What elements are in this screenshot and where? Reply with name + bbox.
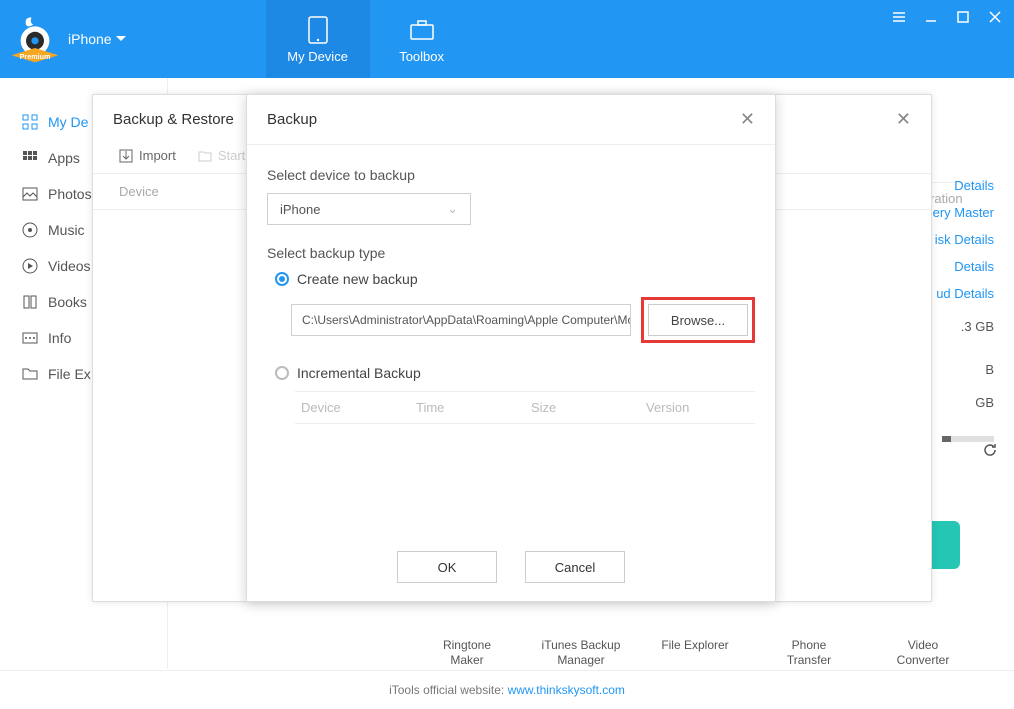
footer: iTools official website: www.thinkskysof…: [0, 670, 1014, 709]
tab-my-device[interactable]: My Device: [266, 0, 370, 78]
col-version: Version: [640, 400, 755, 415]
device-selector-label: iPhone: [68, 31, 112, 47]
label-select-device: Select device to backup: [267, 167, 755, 183]
cancel-button[interactable]: Cancel: [525, 551, 625, 583]
tablet-icon: [303, 15, 333, 45]
brand-area: Premium iPhone: [0, 0, 138, 78]
dropdown-triangle-icon: [116, 36, 126, 46]
tab-label: My Device: [287, 49, 348, 64]
details-link[interactable]: Details: [929, 178, 994, 193]
icloud-details-link[interactable]: ud Details: [929, 286, 994, 301]
tab-label: Toolbox: [399, 49, 444, 64]
sidebar-item-label: My De: [48, 114, 88, 130]
refresh-icon[interactable]: [982, 442, 998, 463]
ok-button[interactable]: OK: [397, 551, 497, 583]
footer-text: iTools official website:: [389, 683, 508, 697]
import-label: Import: [139, 148, 176, 163]
browse-highlight: Browse...: [641, 297, 755, 343]
window-controls: [890, 0, 1014, 78]
apps-icon: [22, 150, 38, 166]
modal1-title: Backup & Restore: [113, 111, 234, 128]
browse-button[interactable]: Browse...: [648, 304, 748, 336]
folder-icon: [22, 366, 38, 382]
col-device: Device: [295, 400, 410, 415]
storage-value: GB: [929, 395, 994, 410]
device-dropdown-value: iPhone: [280, 202, 320, 217]
modal2-header: Backup ✕: [247, 95, 775, 145]
import-icon: [119, 149, 133, 163]
app-header: Premium iPhone My Device Toolbox: [0, 0, 1014, 78]
radio-incremental[interactable]: Incremental Backup: [275, 365, 755, 381]
modal2-body: Select device to backup iPhone ⌄ Select …: [247, 145, 775, 440]
minimize-icon[interactable]: [922, 8, 940, 26]
tab-toolbox[interactable]: Toolbox: [370, 0, 474, 78]
device-selector[interactable]: iPhone: [68, 31, 126, 47]
sidebar-item-label: Photos: [48, 186, 92, 202]
sidebar-item-label: Videos: [48, 258, 91, 274]
header-tabs: My Device Toolbox: [266, 0, 474, 78]
backup-path-input[interactable]: C:\Users\Administrator\AppData\Roaming\A…: [291, 304, 631, 336]
sidebar-item-label: Apps: [48, 150, 80, 166]
sidebar-item-label: Info: [48, 330, 71, 346]
disk-details-link[interactable]: isk Details: [929, 232, 994, 247]
sidebar-item-label: File Ex: [48, 366, 91, 382]
col-device: Device: [119, 184, 239, 199]
itools-logo-icon: Premium: [8, 12, 62, 66]
start-button: Start: [198, 148, 245, 163]
close-icon[interactable]: [986, 8, 1004, 26]
start-label: Start: [218, 148, 245, 163]
import-button[interactable]: Import: [119, 148, 176, 163]
menu-icon[interactable]: [890, 8, 908, 26]
maximize-icon[interactable]: [954, 8, 972, 26]
radio-label: Create new backup: [297, 271, 418, 287]
books-icon: [22, 294, 38, 310]
storage-value: B: [929, 362, 994, 377]
grid-icon: [22, 114, 38, 130]
info-icon: [22, 330, 38, 346]
detail-links: Details ery Master isk Details Details u…: [929, 178, 1014, 410]
modal2-title: Backup: [267, 111, 317, 128]
col-size: Size: [525, 400, 640, 415]
incremental-table-header: Device Time Size Version: [295, 391, 755, 424]
photos-icon: [22, 186, 38, 202]
battery-master-link[interactable]: ery Master: [929, 205, 994, 220]
svg-text:Premium: Premium: [20, 52, 51, 61]
backup-path-row: C:\Users\Administrator\AppData\Roaming\A…: [291, 297, 755, 343]
col-time: Time: [410, 400, 525, 415]
folder-small-icon: [198, 149, 212, 163]
sidebar-item-label: Music: [48, 222, 85, 238]
radio-icon: [275, 366, 289, 380]
sidebar-item-label: Books: [48, 294, 87, 310]
label-backup-type: Select backup type: [267, 245, 755, 261]
footer-link[interactable]: www.thinkskysoft.com: [508, 683, 625, 697]
modal1-close-icon[interactable]: ✕: [896, 109, 911, 130]
device-dropdown[interactable]: iPhone ⌄: [267, 193, 471, 225]
modal-backup: Backup ✕ Select device to backup iPhone …: [246, 94, 776, 602]
storage-value: .3 GB: [929, 319, 994, 334]
radio-create-new[interactable]: Create new backup: [275, 271, 755, 287]
music-icon: [22, 222, 38, 238]
videos-icon: [22, 258, 38, 274]
modal2-buttons: OK Cancel: [247, 551, 775, 583]
radio-icon: [275, 272, 289, 286]
details-link-2[interactable]: Details: [929, 259, 994, 274]
radio-label: Incremental Backup: [297, 365, 421, 381]
toolbox-icon: [407, 15, 437, 45]
modal2-close-icon[interactable]: ✕: [740, 109, 755, 130]
chevron-down-icon: ⌄: [447, 201, 458, 217]
